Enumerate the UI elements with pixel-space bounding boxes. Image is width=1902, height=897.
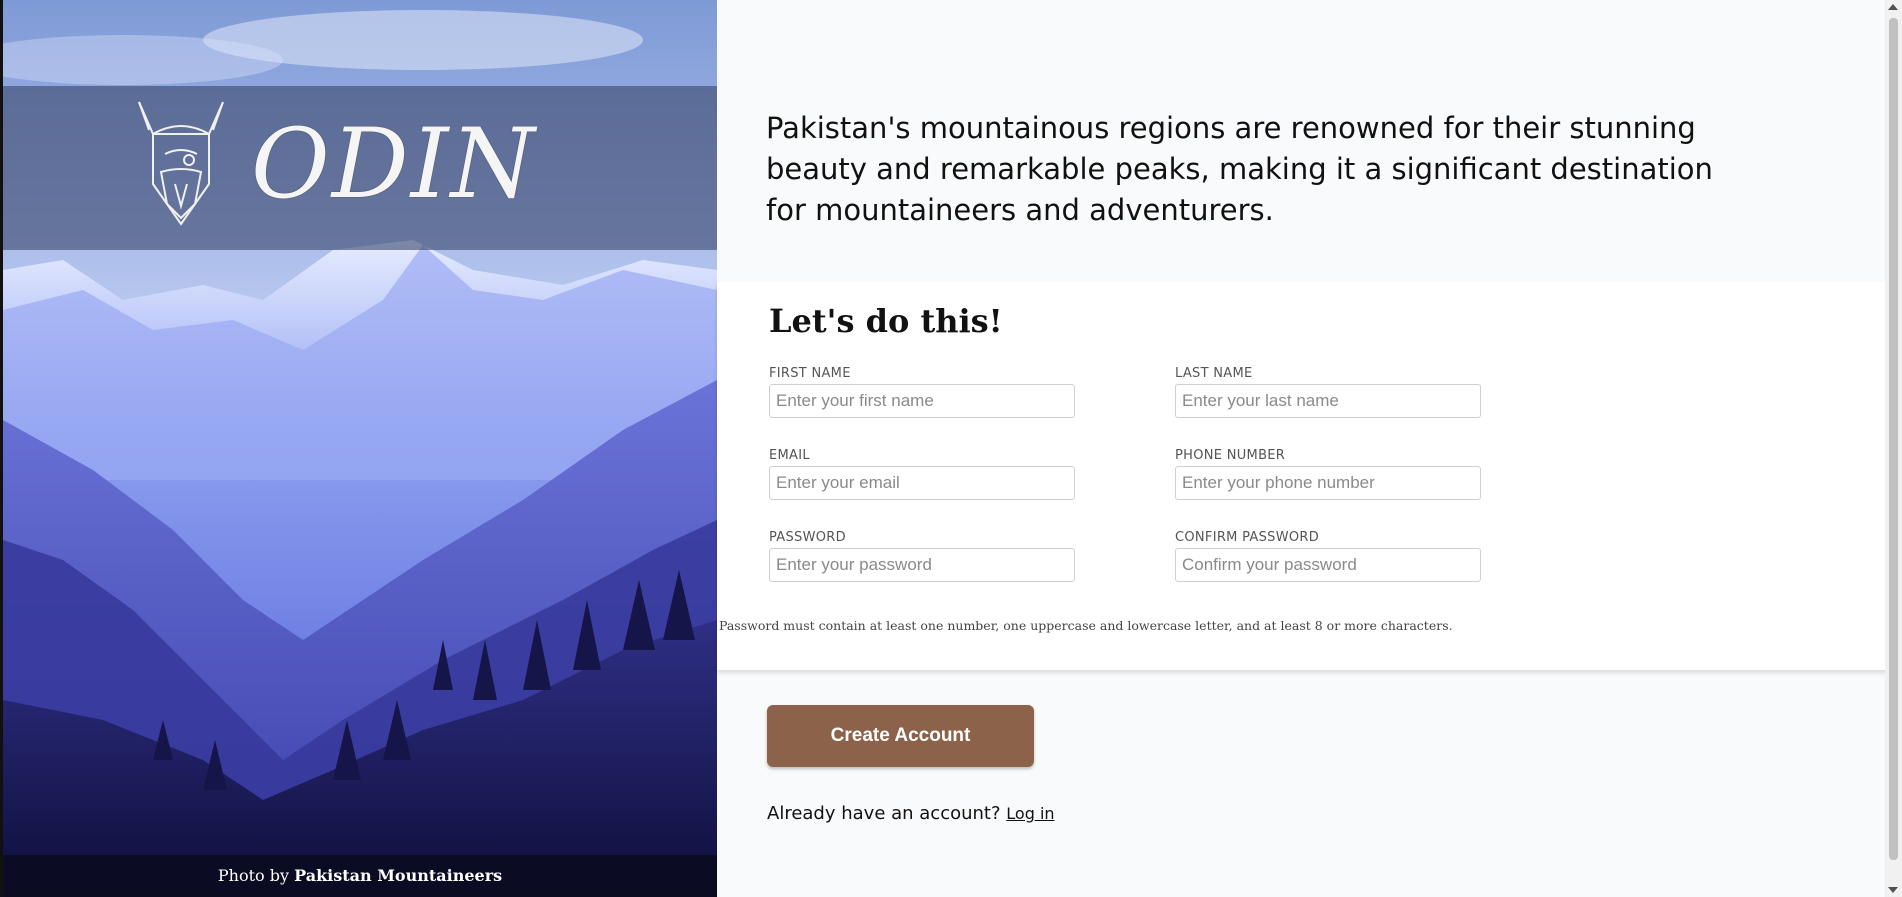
first-name-input[interactable] — [769, 384, 1075, 418]
login-link[interactable]: Log in — [1006, 804, 1054, 823]
password-label: PASSWORD — [769, 530, 846, 545]
confirm-password-field-group: CONFIRM PASSWORD — [1175, 530, 1481, 582]
vertical-scrollbar[interactable] — [1885, 0, 1902, 897]
phone-label: PHONE NUMBER — [1175, 448, 1286, 463]
email-field-group: EMAIL — [769, 448, 1075, 500]
email-input[interactable] — [769, 466, 1075, 500]
scroll-up-arrow-icon[interactable] — [1888, 4, 1898, 10]
intro-paragraph: Pakistan's mountainous regions are renow… — [766, 111, 1713, 227]
login-prompt: Already have an account? Log in — [767, 803, 1055, 824]
create-account-button[interactable]: Create Account — [767, 705, 1034, 767]
confirm-password-label: CONFIRM PASSWORD — [1175, 530, 1320, 545]
confirm-password-input[interactable] — [1175, 548, 1481, 582]
password-requirements-hint: Password must contain at least one numbe… — [719, 618, 1453, 633]
signup-panel: Pakistan's mountainous regions are renow… — [717, 0, 1894, 897]
form-title: Let's do this! — [769, 302, 1003, 340]
first-name-label: FIRST NAME — [769, 366, 851, 381]
hero-image-panel: ODIN Photo by Pakistan Mountaineers — [3, 0, 717, 897]
photo-credit: Photo by Pakistan Mountaineers — [3, 855, 717, 897]
photo-credit-author: Pakistan Mountaineers — [294, 866, 503, 885]
scroll-down-arrow-icon[interactable] — [1888, 887, 1898, 893]
logo-wordmark: ODIN — [251, 108, 537, 220]
last-name-label: LAST NAME — [1175, 366, 1253, 381]
viking-helmet-icon — [138, 101, 224, 226]
password-input[interactable] — [769, 548, 1075, 582]
phone-input[interactable] — [1175, 466, 1481, 500]
email-label: EMAIL — [769, 448, 810, 463]
first-name-field-group: FIRST NAME — [769, 366, 1075, 418]
scrollbar-thumb[interactable] — [1889, 18, 1898, 860]
login-prompt-text: Already have an account? — [767, 803, 1001, 824]
last-name-field-group: LAST NAME — [1175, 366, 1481, 418]
signup-form: Let's do this! FIRST NAME LAST NAME EMAI… — [717, 282, 1894, 670]
phone-field-group: PHONE NUMBER — [1175, 448, 1481, 500]
password-field-group: PASSWORD — [769, 530, 1075, 582]
photo-credit-prefix: Photo by — [217, 866, 290, 885]
last-name-input[interactable] — [1175, 384, 1481, 418]
logo-banner: ODIN — [3, 86, 717, 250]
